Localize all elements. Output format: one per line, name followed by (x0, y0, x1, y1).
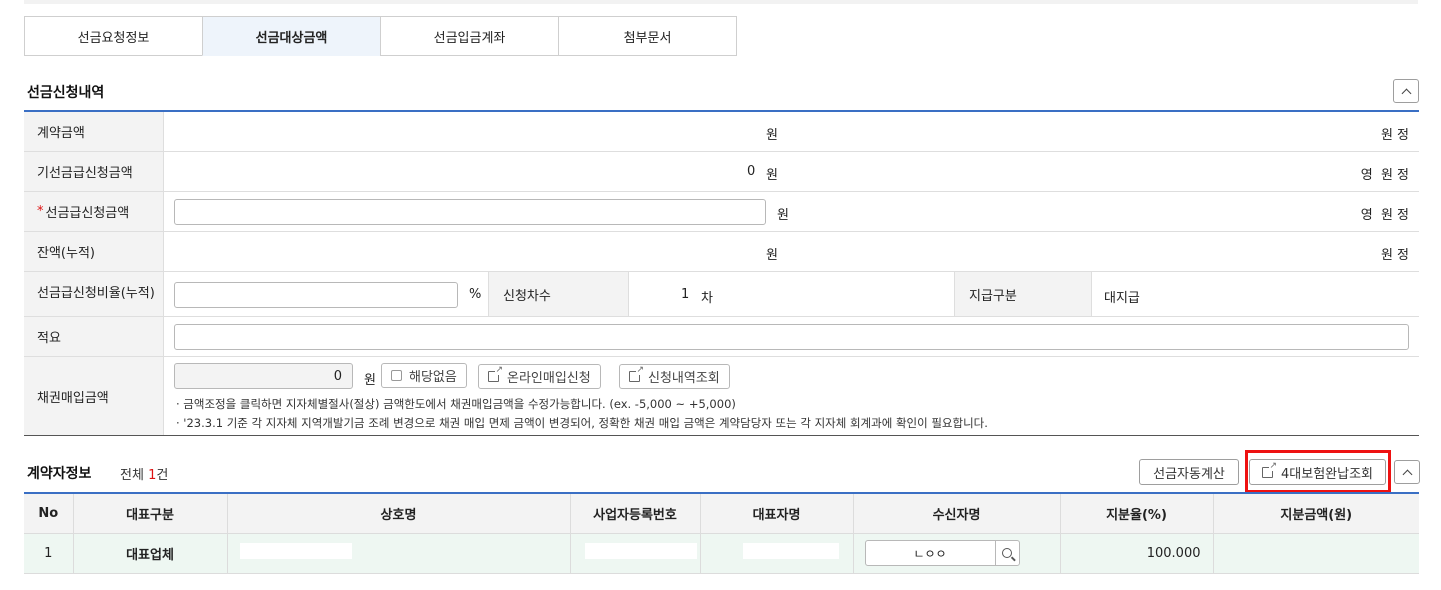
column-header-representative: 대표자명 (700, 493, 854, 534)
bond-amount-input[interactable]: 0 (174, 363, 353, 389)
label-payment-type: 지급구분 (954, 272, 1092, 316)
not-applicable-checkbox[interactable]: 해당없음 (381, 363, 467, 388)
tab-bar: 선금요청정보 선금대상금액 선금입금계좌 첨부문서 (24, 16, 737, 56)
tab-advance-target-amount[interactable]: 선금대상금액 (202, 16, 381, 56)
redacted-field (742, 543, 839, 559)
label-request-round: 신청차수 (488, 272, 629, 316)
cell-rep-type: 대표업체 (73, 533, 228, 574)
tab-attachments[interactable]: 첨부문서 (558, 16, 737, 56)
row-advance-amount: * 선금급신청금액 원 영 원 정 (24, 192, 1419, 232)
label-contract-amount: 계약금액 (24, 112, 164, 151)
balance-unit: 원 (766, 248, 778, 263)
table-row[interactable]: 1 대표업체 ㄴㅇㅇ 100.000 (24, 533, 1419, 574)
label-balance: 잔액(누적) (24, 232, 164, 271)
receiver-input[interactable]: ㄴㅇㅇ (864, 540, 1020, 566)
row-prev-advance: 기선금급신청금액 0 원 영 원 정 (24, 152, 1419, 192)
cell-no: 1 (24, 533, 74, 574)
bond-note-1: · 금액조정을 클릭하면 지자체별절사(절상) 금액한도에서 채권매입금액을 수… (176, 397, 736, 411)
external-link-icon (488, 365, 503, 382)
column-header-company-name: 상호명 (227, 493, 571, 534)
prev-advance-korean: 영 원 정 (1360, 168, 1409, 183)
redacted-field (239, 543, 352, 559)
advance-ratio-unit: % (469, 287, 482, 302)
column-header-rep-type: 대표구분 (73, 493, 228, 534)
cell-representative (700, 533, 854, 574)
cell-company-name (227, 533, 571, 574)
bond-note-2: · '23.3.1 기준 각 지자체 지역개발기금 조례 변경으로 채권 매입 … (176, 416, 988, 430)
highlight-box (1245, 450, 1391, 493)
online-purchase-button[interactable]: 온라인매입신청 (478, 364, 601, 389)
payment-type-value: 대지급 (1104, 291, 1140, 306)
column-header-receiver: 수신자명 (853, 493, 1061, 534)
balance-korean: 원 정 (1380, 248, 1409, 263)
section-title-contractor-info: 계약자정보 (27, 466, 92, 482)
row-advance-ratio: 선금급신청비율(누적) % 신청차수 1 차 지급구분 대지급 (24, 272, 1419, 317)
label-prev-advance: 기선금급신청금액 (24, 152, 164, 191)
prev-advance-unit: 원 (766, 168, 778, 183)
label-summary: 적요 (24, 317, 164, 356)
column-header-no: No (24, 493, 74, 534)
request-round-unit: 차 (701, 291, 713, 306)
column-header-share-amount: 지분금액(원) (1213, 493, 1419, 534)
required-mark: * (37, 204, 44, 219)
tab-advance-request-info[interactable]: 선금요청정보 (24, 16, 203, 56)
auto-calc-button[interactable]: 선금자동계산 (1139, 459, 1239, 485)
row-balance: 잔액(누적) 원 원 정 (24, 232, 1419, 272)
chevron-up-icon (1402, 469, 1412, 479)
contract-amount-unit: 원 (766, 128, 778, 143)
collapse-button-contractor-info[interactable] (1394, 460, 1420, 484)
receiver-search-button[interactable] (994, 541, 1019, 565)
row-contract-amount: 계약금액 원 원 정 (24, 112, 1419, 152)
cell-business-number (570, 533, 701, 574)
row-bond-purchase: 채권매입금액 0 원 해당없음 온라인매입신청 신청내역조회 · 금액조정을 클… (24, 357, 1419, 436)
total-count: 전체 1건 (120, 468, 169, 483)
chevron-up-icon (1401, 88, 1411, 98)
section-title-advance-details: 선금신청내역 (27, 85, 105, 101)
checkbox-icon (391, 370, 402, 381)
label-advance-ratio: 선금급신청비율(누적) (24, 272, 164, 316)
external-link-icon (629, 365, 644, 382)
request-round-value: 1 (681, 287, 690, 302)
label-bond-purchase: 채권매입금액 (24, 357, 164, 435)
label-advance-amount: * 선금급신청금액 (24, 192, 164, 231)
redacted-field (584, 543, 697, 559)
advance-form-table: 계약금액 원 원 정 기선금급신청금액 0 원 영 원 정 * 선금급신청금액 … (24, 110, 1419, 436)
collapse-button-advance-details[interactable] (1393, 79, 1419, 103)
top-divider (24, 0, 1418, 4)
search-icon (1002, 548, 1012, 558)
request-history-button[interactable]: 신청내역조회 (619, 364, 730, 389)
summary-input[interactable] (174, 324, 1409, 350)
advance-amount-korean: 영 원 정 (1360, 208, 1409, 223)
tab-advance-deposit-account[interactable]: 선금입금계좌 (380, 16, 559, 56)
cell-receiver: ㄴㅇㅇ (853, 533, 1061, 574)
advance-amount-unit: 원 (777, 208, 789, 223)
row-summary: 적요 (24, 317, 1419, 357)
cell-share-amount (1213, 533, 1419, 574)
table-header-row: No 대표구분 상호명 사업자등록번호 대표자명 수신자명 지분율(%) 지분금… (24, 493, 1419, 534)
bond-amount-unit: 원 (364, 373, 376, 388)
column-header-share-ratio: 지분율(%) (1060, 493, 1214, 534)
advance-ratio-input[interactable] (174, 282, 458, 308)
advance-amount-input[interactable] (174, 199, 766, 225)
column-header-business-number: 사업자등록번호 (570, 493, 701, 534)
cell-share-ratio: 100.000 (1060, 533, 1214, 574)
prev-advance-value: 0 (747, 164, 756, 179)
contractor-table: No 대표구분 상호명 사업자등록번호 대표자명 수신자명 지분율(%) 지분금… (24, 492, 1419, 574)
contract-amount-korean: 원 정 (1380, 128, 1409, 143)
